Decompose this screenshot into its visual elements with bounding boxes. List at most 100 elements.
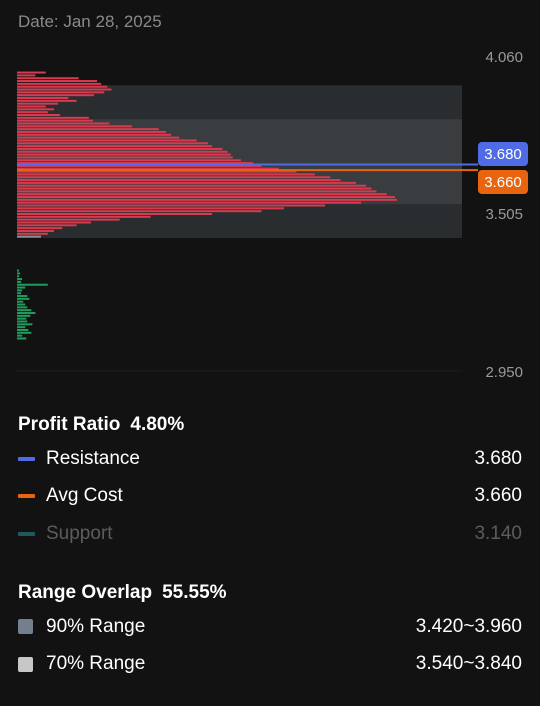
profit-bar xyxy=(17,229,54,232)
y-tick-bottom: 2.950 xyxy=(485,364,523,381)
range-90-value: 3.420~3.960 xyxy=(415,615,522,637)
support-label: Support xyxy=(46,522,113,544)
profit-ratio-header: Profit Ratio 4.80% xyxy=(18,410,522,440)
profit-bar xyxy=(17,116,89,119)
loss-bar xyxy=(17,303,26,306)
loss-bar xyxy=(17,317,27,320)
loss-bar xyxy=(17,334,23,337)
chip-distribution-chart: 4.060 3.505 2.950 3.680 3.660 xyxy=(16,49,528,381)
svg-text:3.660: 3.660 xyxy=(484,174,522,191)
profit-bar xyxy=(17,102,59,105)
profit-bar xyxy=(17,82,102,85)
price-tags: 3.680 3.660 xyxy=(478,142,528,194)
loss-bar xyxy=(17,275,20,278)
profit-bar xyxy=(17,108,54,111)
profit-bar xyxy=(17,85,108,88)
profit-bar xyxy=(17,190,377,193)
svg-text:3.680: 3.680 xyxy=(484,146,522,163)
loss-bar xyxy=(17,269,20,272)
profit-bar xyxy=(17,176,331,179)
loss-bar xyxy=(17,314,31,317)
profit-bar xyxy=(17,232,48,235)
loss-bar xyxy=(17,300,24,303)
profit-bar xyxy=(17,99,77,102)
profit-bar xyxy=(17,91,105,94)
profit-bar xyxy=(17,74,36,77)
loss-bar xyxy=(17,323,33,326)
profit-bar xyxy=(17,201,362,204)
support-line-icon xyxy=(18,531,35,536)
neutral-bar xyxy=(17,235,41,238)
profit-bar xyxy=(17,147,223,150)
profit-bar xyxy=(17,193,387,196)
loss-bar xyxy=(17,286,26,289)
y-tick-mid: 3.505 xyxy=(485,206,523,223)
profit-bar xyxy=(17,71,46,74)
profit-bar xyxy=(17,173,315,176)
avg-cost-label: Avg Cost xyxy=(46,485,123,507)
y-tick-top: 4.060 xyxy=(485,49,523,66)
profit-bar xyxy=(17,187,372,190)
loss-bar xyxy=(17,312,36,315)
loss-bar xyxy=(17,295,28,298)
range-overlap-label: Range Overlap xyxy=(18,582,153,603)
profit-bar xyxy=(17,181,356,184)
profit-bar xyxy=(17,113,61,116)
profit-bar xyxy=(17,111,48,114)
range-70-swatch-icon xyxy=(18,656,33,672)
resistance-label: Resistance xyxy=(46,447,140,469)
range-70-row: 70% Range 3.540~3.840 xyxy=(18,646,522,684)
profit-bar xyxy=(17,196,395,199)
profit-bar xyxy=(17,94,95,97)
avg-cost-line-icon xyxy=(18,494,35,499)
profit-bar xyxy=(17,80,98,83)
loss-bar xyxy=(17,278,23,281)
resistance-line-icon xyxy=(18,456,35,461)
overlap-section: Range Overlap 55.55% 90% Range 3.420~3.96… xyxy=(18,578,522,683)
profit-bar xyxy=(17,122,110,125)
range-70-value: 3.540~3.840 xyxy=(415,653,522,675)
profit-bar xyxy=(17,139,197,142)
resistance-row: Resistance 3.680 xyxy=(18,440,522,478)
range-90-swatch-icon xyxy=(18,619,33,635)
profit-bar xyxy=(17,119,93,122)
profit-bar xyxy=(17,218,120,221)
loss-bar xyxy=(17,326,26,329)
profit-bar xyxy=(17,136,180,139)
profit-bar xyxy=(17,142,209,145)
profit-bar xyxy=(17,159,241,162)
profit-bar xyxy=(17,150,228,153)
profit-bar xyxy=(17,105,46,108)
profit-bar xyxy=(17,221,91,224)
range-90-label: 90% Range xyxy=(46,615,146,637)
profit-bar xyxy=(17,133,172,136)
resistance-value: 3.680 xyxy=(474,447,522,469)
profit-bar xyxy=(17,153,231,156)
loss-bar xyxy=(17,272,21,275)
profit-bar xyxy=(17,215,151,218)
resistance-price-tag: 3.680 xyxy=(478,142,528,166)
loss-bars xyxy=(17,269,48,340)
profit-bar xyxy=(17,213,213,215)
avg-cost-price-tag: 3.660 xyxy=(478,170,528,194)
loss-bar xyxy=(17,328,29,331)
loss-bar xyxy=(17,331,32,334)
range-70-label: 70% Range xyxy=(46,653,146,675)
range-bands xyxy=(17,85,462,239)
profit-bar xyxy=(17,227,63,230)
loss-bar xyxy=(17,320,28,323)
support-row: Support 3.140 xyxy=(18,515,522,553)
profit-bar xyxy=(17,88,112,91)
loss-bar xyxy=(17,309,32,312)
profit-bar xyxy=(17,184,367,187)
profit-bar xyxy=(17,156,233,159)
loss-bar xyxy=(17,289,23,292)
profit-bar xyxy=(17,145,213,148)
range-90-row: 90% Range 3.420~3.960 xyxy=(18,608,522,646)
profit-bar xyxy=(17,125,133,128)
profit-bar xyxy=(17,128,159,131)
profit-ratio-label: Profit Ratio xyxy=(18,414,121,435)
loss-bar xyxy=(17,280,22,283)
range-overlap-value: 55.55% xyxy=(162,582,227,603)
profit-section: Profit Ratio 4.80% Resistance 3.680 Avg C… xyxy=(18,410,522,553)
